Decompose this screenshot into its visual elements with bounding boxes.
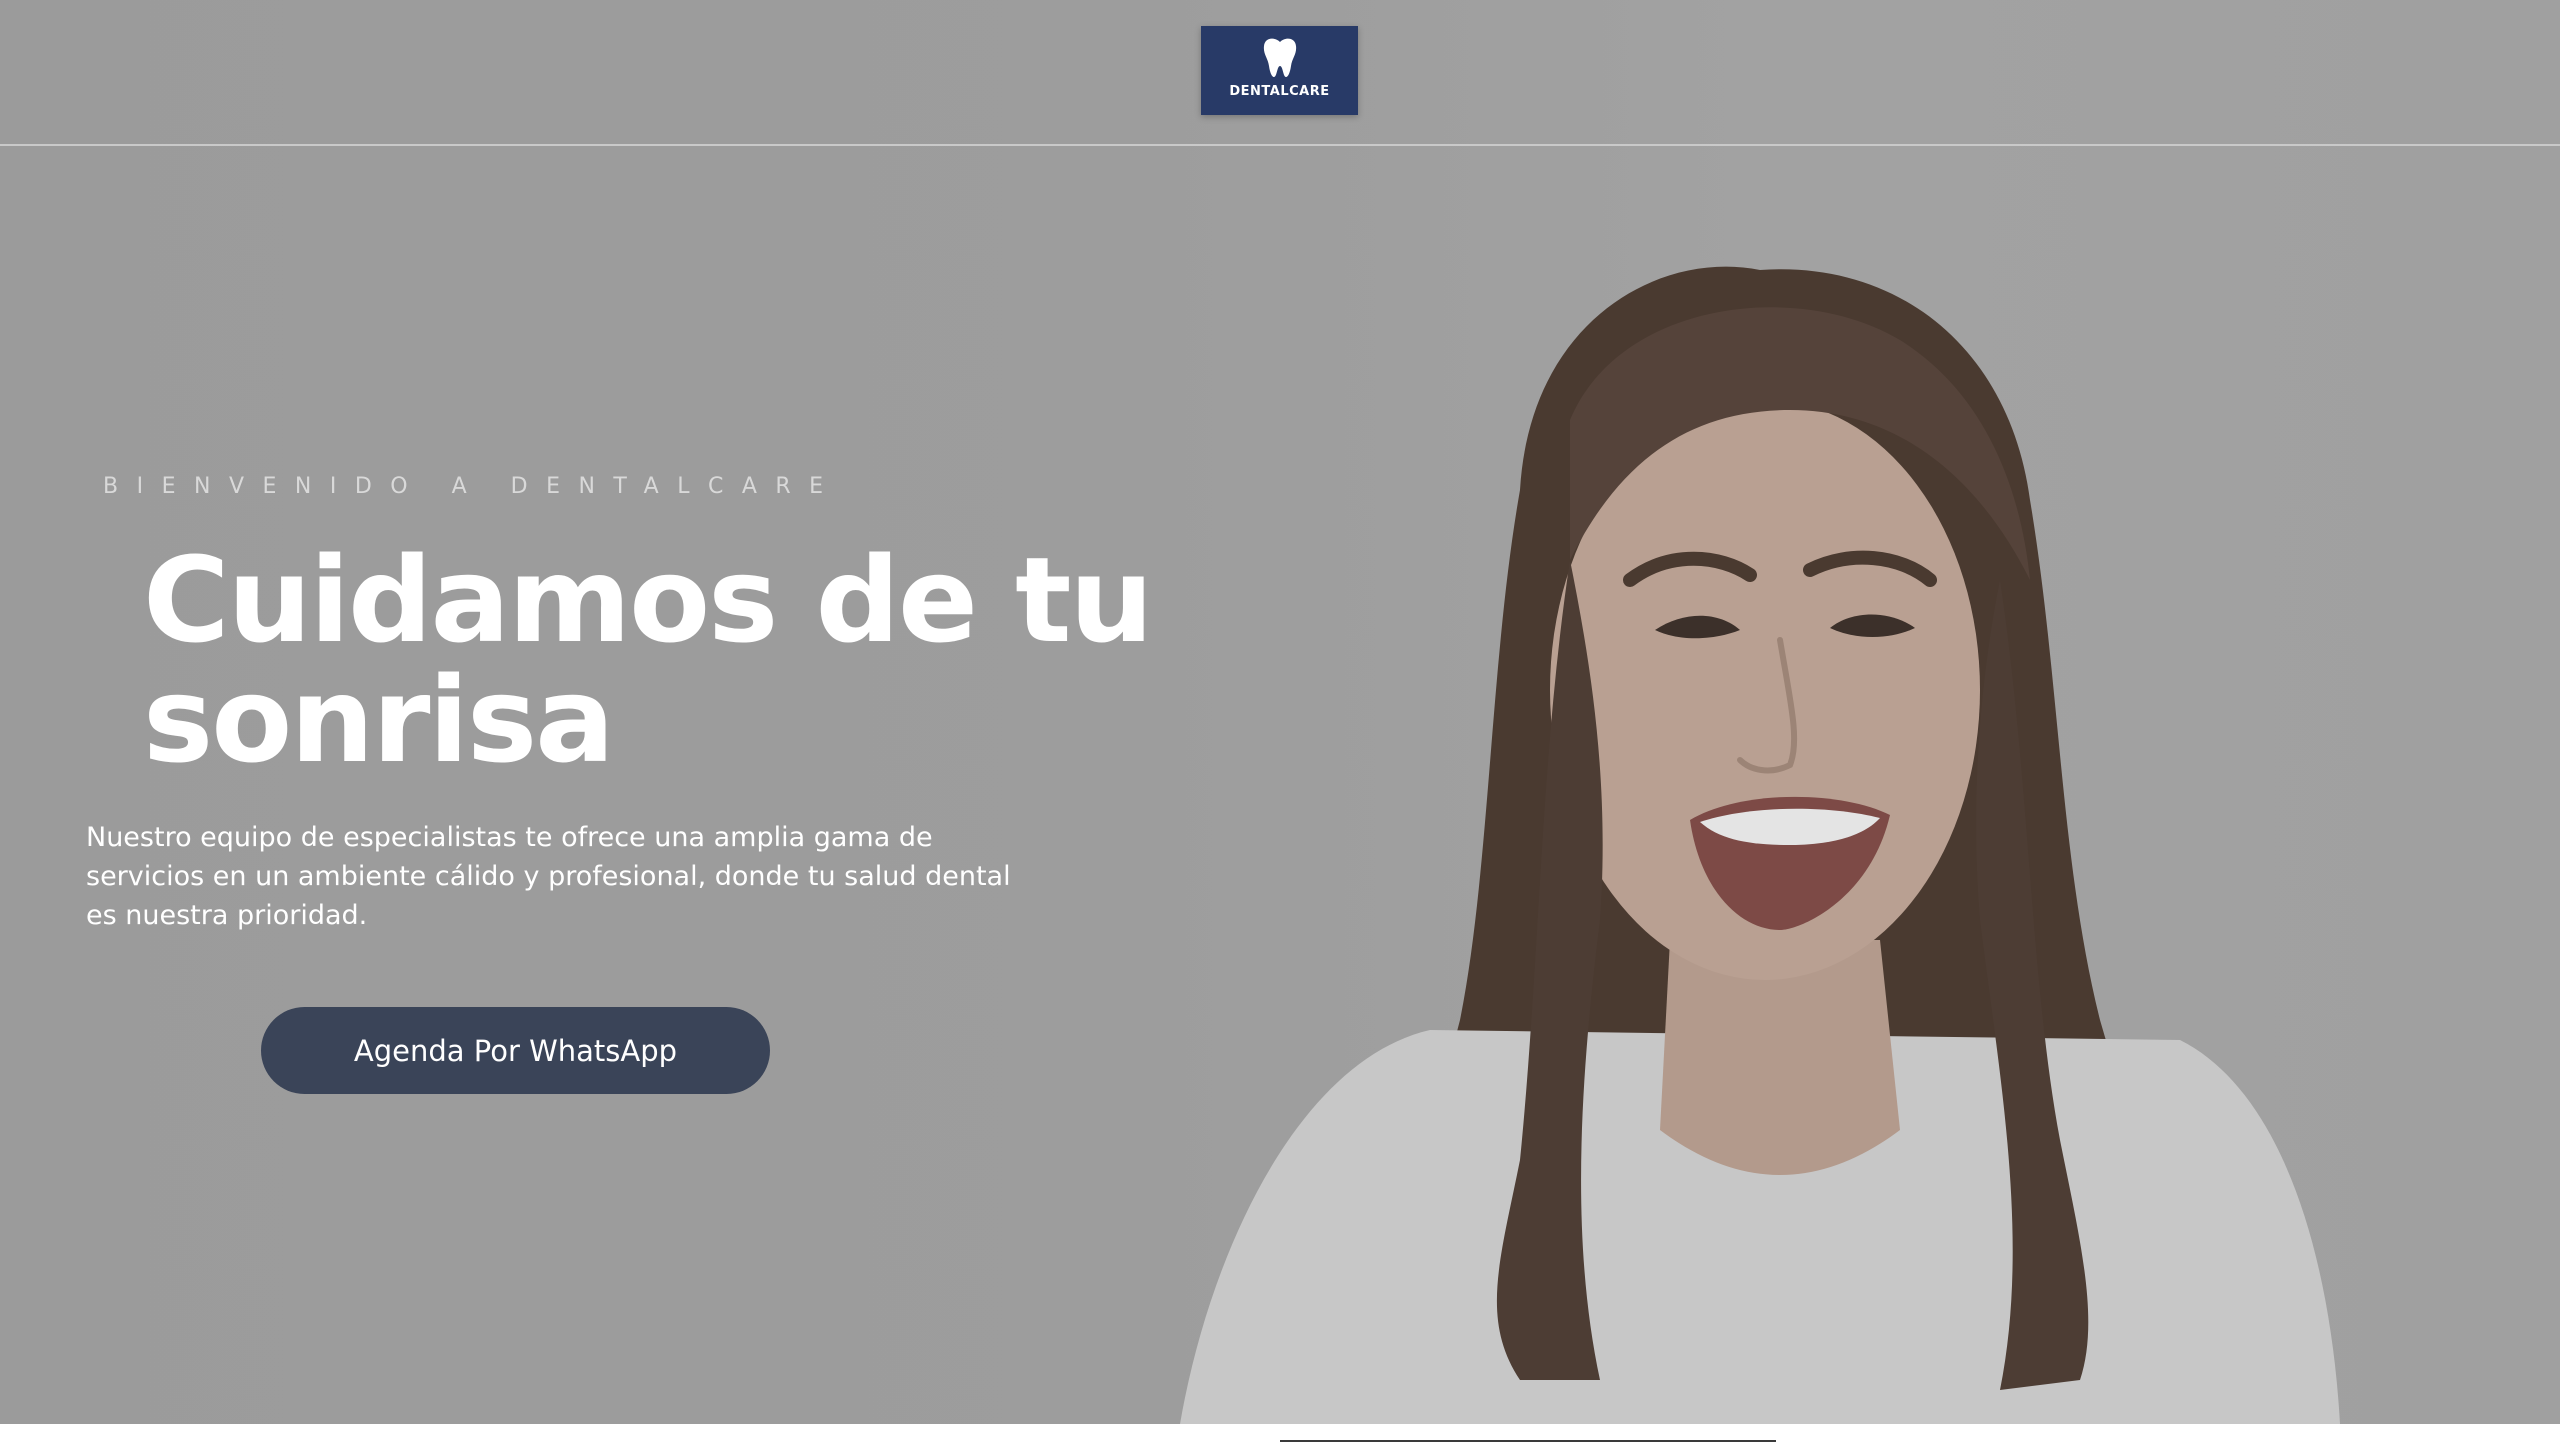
hero-eyebrow: BIENVENIDO A DENTALCARE xyxy=(103,474,842,499)
landing-page: DENTALCARE BIENVENIDO A DENTALCARE Cuida… xyxy=(0,0,2560,1444)
hero-photo xyxy=(1180,266,2340,1424)
site-header: DENTALCARE xyxy=(0,0,2560,146)
section-divider xyxy=(1280,1440,1776,1442)
dentalcare-logo[interactable]: DENTALCARE xyxy=(1201,26,1358,115)
hero-description: Nuestro equipo de especialistas te ofrec… xyxy=(86,822,1011,931)
tooth-icon xyxy=(1263,38,1296,77)
hero-section: DENTALCARE BIENVENIDO A DENTALCARE Cuida… xyxy=(0,0,2560,1424)
logo-text: DENTALCARE xyxy=(1229,84,1330,99)
whatsapp-cta-button[interactable]: Agenda Por WhatsApp xyxy=(261,1007,770,1094)
hero-headline: Cuidamos de tu sonrisa xyxy=(143,531,1153,789)
